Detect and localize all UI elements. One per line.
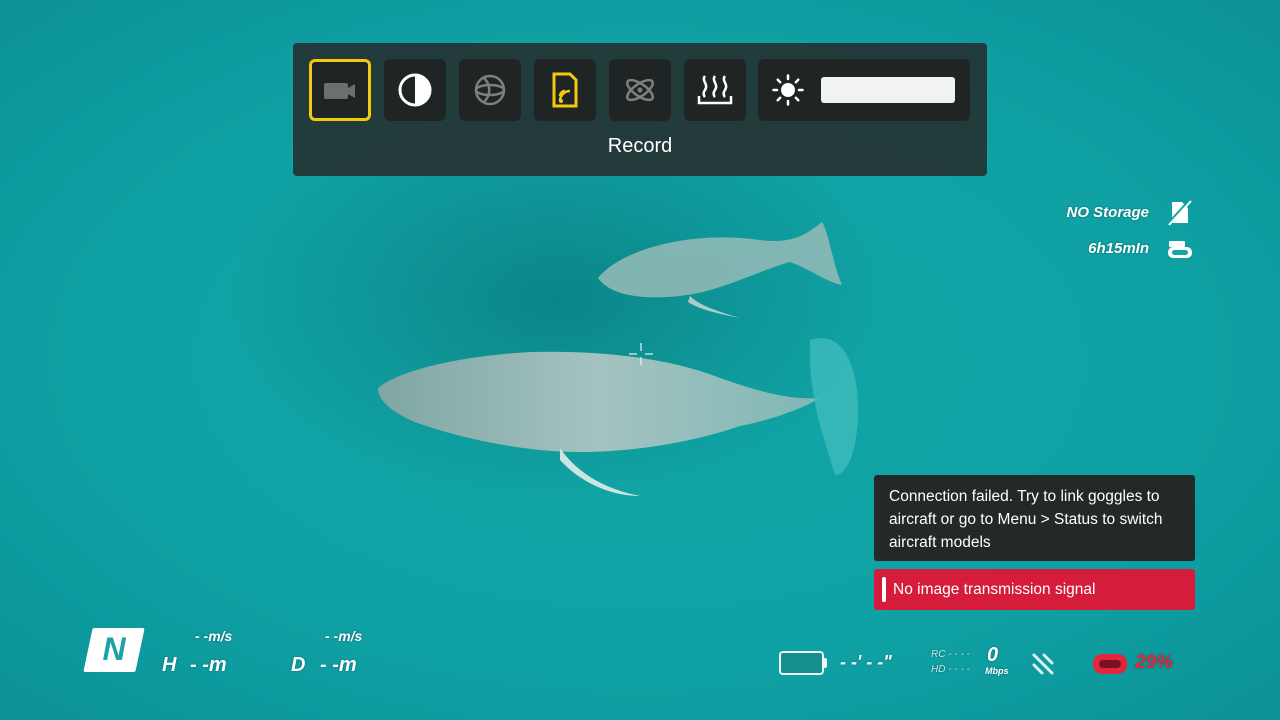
alert-bar <box>882 577 886 602</box>
quick-menu-panel: Record <box>293 43 987 176</box>
sun-icon <box>772 74 804 106</box>
flight-time: - -' - -" <box>840 652 892 672</box>
distance-value: - -m <box>320 654 357 676</box>
contrast-icon <box>398 73 432 107</box>
bitrate-unit: Mbps <box>985 666 1009 676</box>
goggles-icon <box>1168 241 1192 258</box>
horizontal-speed: - -m/s <box>195 628 233 644</box>
no-signal-text: No image transmission signal <box>893 581 1096 598</box>
antenna-atom-icon <box>625 78 655 102</box>
distance-speed: - -m/s <box>325 628 363 644</box>
video-camera-icon <box>324 83 355 99</box>
no-signal-alert: No image transmission signal <box>874 569 1195 610</box>
flight-mode-text: N <box>102 631 126 667</box>
aircraft-disconnected-icon <box>1032 653 1054 675</box>
aircraft-battery-icon <box>779 651 824 675</box>
rc-signal-label: RC - - - - <box>931 649 970 660</box>
toast-line: Connection failed. Try to link goggles t… <box>889 488 1160 505</box>
record-mode-button[interactable] <box>309 59 371 121</box>
signal-button[interactable] <box>609 59 671 121</box>
sd-card-icon <box>552 72 578 108</box>
heat-icon <box>697 75 733 105</box>
battery-tip <box>823 658 827 668</box>
bitrate-value: 0 <box>987 644 999 666</box>
flight-mode-badge: N <box>83 628 145 672</box>
gimbal-button[interactable] <box>459 59 521 121</box>
height-label: H <box>162 654 177 676</box>
hd-signal-label: HD - - - - <box>931 664 970 675</box>
height-value: - -m <box>190 654 227 676</box>
remaining-time-text: 6h15mIn <box>1088 240 1149 257</box>
brightness-control[interactable] <box>758 59 970 121</box>
color-mode-button[interactable] <box>384 59 446 121</box>
no-storage-icon <box>1166 198 1192 226</box>
gimbal-sphere-icon <box>474 74 506 106</box>
fan-button[interactable] <box>684 59 746 121</box>
distance-label: D <box>291 654 306 676</box>
quick-menu-label: Record <box>607 135 673 157</box>
toast-line: aircraft models <box>889 534 991 551</box>
storage-status-text: NO Storage <box>1066 204 1149 221</box>
storage-button[interactable] <box>534 59 596 121</box>
toast-line: aircraft or go to Menu > Status to switc… <box>889 511 1163 528</box>
goggles-battery-percent: 29% <box>1135 652 1174 673</box>
brightness-slider[interactable] <box>821 77 955 103</box>
crosshair-icon <box>629 343 653 365</box>
goggles-battery-icon <box>1093 654 1127 674</box>
connection-failed-toast: Connection failed. Try to link goggles t… <box>874 475 1195 561</box>
